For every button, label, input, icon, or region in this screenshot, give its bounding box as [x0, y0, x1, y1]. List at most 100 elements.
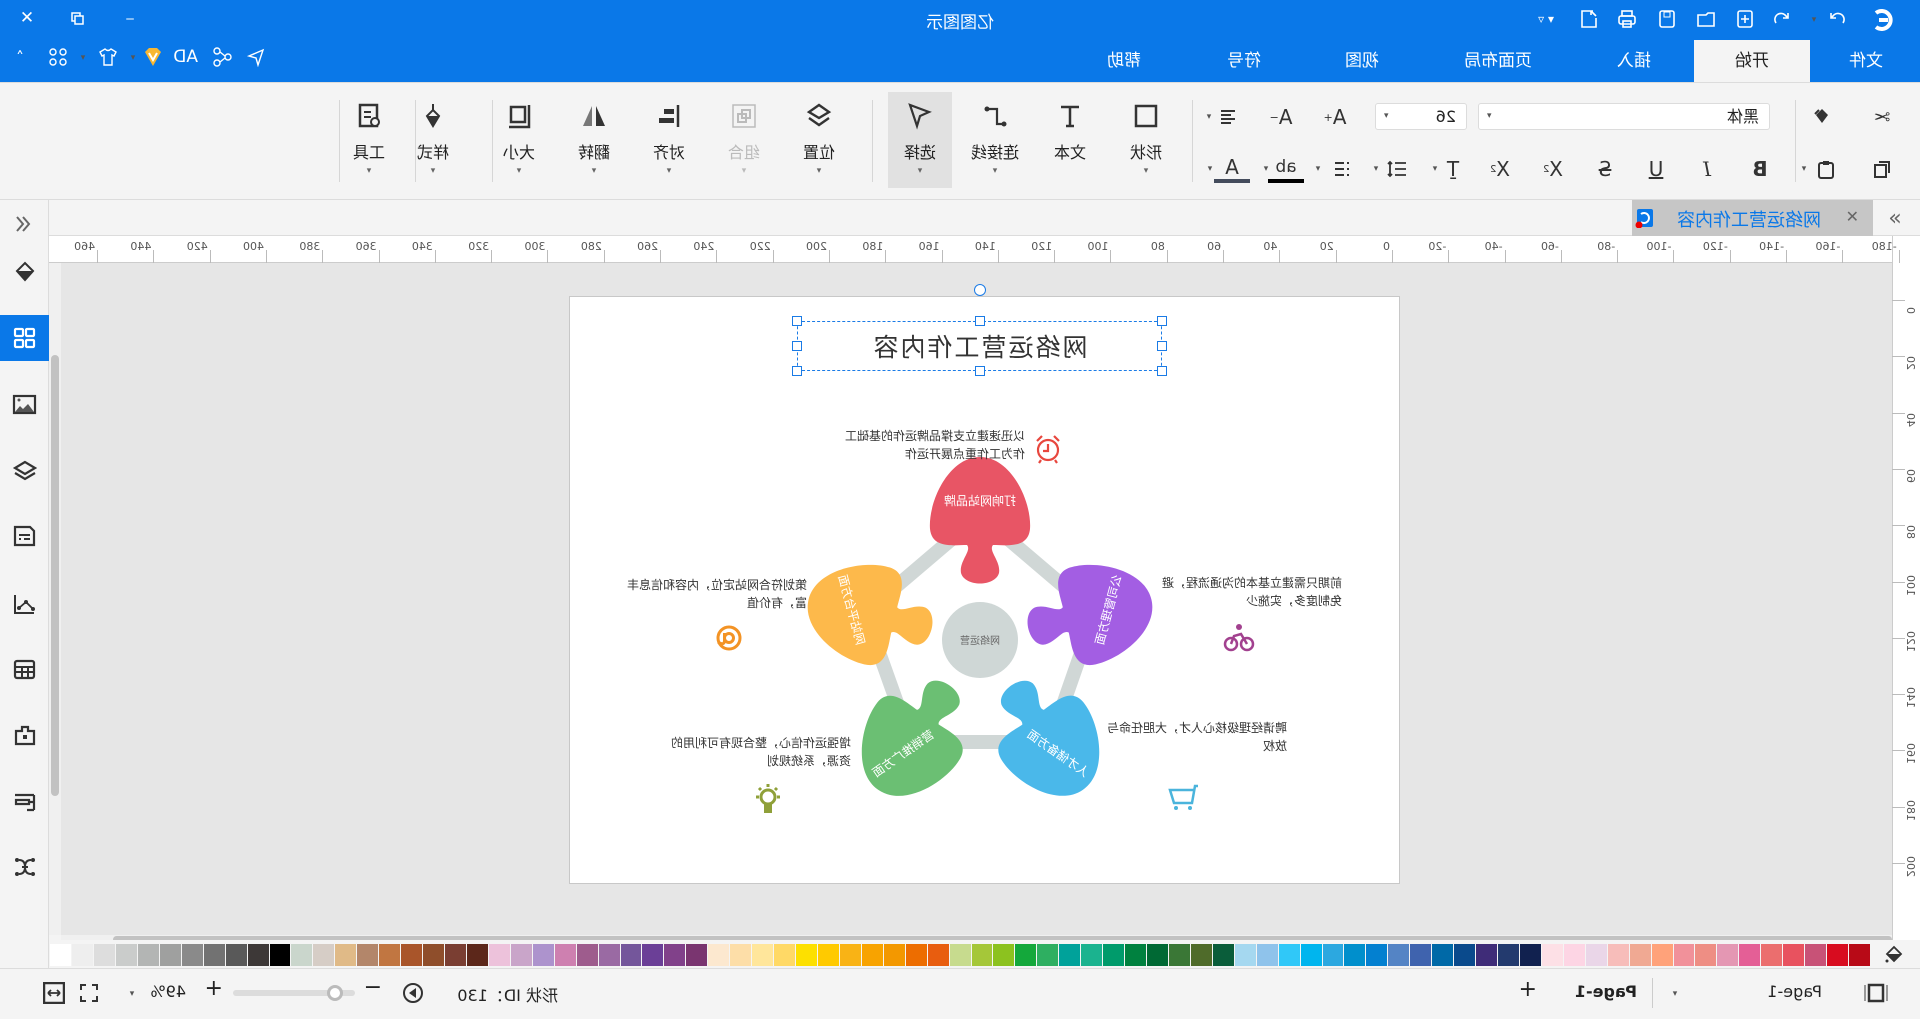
color-swatch[interactable]: [1454, 944, 1476, 966]
account-label[interactable]: AD: [173, 47, 198, 67]
resize-handle[interactable]: [792, 366, 802, 376]
color-swatch[interactable]: [1739, 944, 1761, 966]
color-swatch[interactable]: [313, 944, 335, 966]
align-button[interactable]: 对齐 ▾: [637, 92, 701, 188]
color-swatch[interactable]: [971, 944, 993, 966]
tab-2[interactable]: 插入: [1597, 40, 1671, 82]
underline-button[interactable]: U: [1638, 153, 1674, 185]
color-swatch[interactable]: [203, 944, 225, 966]
color-swatch[interactable]: [1234, 944, 1256, 966]
color-swatch[interactable]: [1169, 944, 1190, 966]
resize-handle[interactable]: [792, 341, 802, 351]
symbol-library-icon[interactable]: [0, 315, 49, 361]
color-swatch[interactable]: [620, 944, 642, 966]
color-swatch[interactable]: [774, 944, 796, 966]
page-dropdown-icon[interactable]: ▾: [1673, 989, 1678, 999]
color-swatch[interactable]: [1103, 944, 1125, 966]
layers-icon[interactable]: [0, 448, 49, 494]
color-swatch[interactable]: [1607, 944, 1629, 966]
color-swatch[interactable]: [905, 944, 927, 966]
color-swatch[interactable]: [796, 944, 817, 966]
fit-width-icon[interactable]: [42, 981, 66, 1005]
color-swatch[interactable]: [752, 944, 774, 966]
color-swatch[interactable]: [861, 944, 883, 966]
color-swatch[interactable]: [1125, 944, 1147, 966]
color-swatch[interactable]: [1563, 944, 1585, 966]
color-swatch[interactable]: [401, 944, 423, 966]
color-swatch[interactable]: [927, 944, 949, 966]
list-dropdown-icon[interactable]: ▾: [1316, 164, 1321, 174]
page-view-icon[interactable]: [1862, 981, 1890, 1005]
color-swatch[interactable]: [1190, 944, 1212, 966]
align-dropdown-icon[interactable]: ▾: [1207, 112, 1212, 122]
piece-description[interactable]: 前期只需建立基本的沟通流程，避免制度多，实施少: [1157, 574, 1342, 610]
color-swatch[interactable]: [883, 944, 905, 966]
font-name-select[interactable]: 黑体 ▾: [1478, 103, 1770, 130]
tab-4[interactable]: 视图: [1325, 40, 1399, 82]
color-swatch[interactable]: [1147, 944, 1168, 966]
redo-dropdown-icon[interactable]: ▾: [1812, 15, 1817, 25]
shape-button[interactable]: 形状 ▾: [1114, 92, 1178, 188]
restore-icon[interactable]: [66, 8, 88, 30]
piece-description[interactable]: 以迅速建立支撑品牌运作的基础工作为工作重点展开运作: [840, 427, 1025, 463]
font-color-icon[interactable]: A: [1214, 155, 1250, 183]
more-icon[interactable]: ▾ ▿: [1532, 8, 1560, 30]
collapse-ribbon-icon[interactable]: ˄: [9, 46, 31, 68]
resize-handle[interactable]: [1157, 316, 1167, 326]
outline-icon[interactable]: [0, 779, 49, 825]
line-spacing-dropdown-icon[interactable]: ▾: [1374, 164, 1379, 174]
tab-6[interactable]: 帮助: [1087, 40, 1161, 82]
bullet-list-icon[interactable]: [1324, 153, 1360, 185]
color-swatch[interactable]: [1629, 944, 1651, 966]
puzzle-icon[interactable]: [0, 712, 49, 758]
italic-button[interactable]: I: [1689, 153, 1725, 185]
color-swatch[interactable]: [335, 944, 357, 966]
resize-handle[interactable]: [792, 316, 802, 326]
color-swatch[interactable]: [445, 944, 466, 966]
piece-description[interactable]: 策划符合网站定位，内容和信息丰富，有价值: [622, 576, 807, 612]
color-swatch[interactable]: [1849, 944, 1870, 966]
piece-description[interactable]: 聘请经理级核心人才，大胆任命与放权: [1102, 719, 1287, 755]
color-swatch[interactable]: [467, 944, 488, 966]
close-tab-icon[interactable]: ✕: [1846, 207, 1859, 226]
style-button[interactable]: 样式 ▾: [401, 92, 465, 188]
color-swatch[interactable]: [116, 944, 137, 966]
zoom-level[interactable]: 49%: [150, 982, 186, 1001]
document-tab[interactable]: 网络运营工作内容 ✕: [1632, 200, 1873, 236]
chart-icon[interactable]: [0, 581, 49, 627]
superscript-icon[interactable]: X2: [1535, 153, 1571, 185]
export-icon[interactable]: [1578, 8, 1600, 30]
tools-button[interactable]: 工具 ▾: [337, 92, 401, 188]
color-swatch[interactable]: [1673, 944, 1695, 966]
account-dropdown-icon[interactable]: ▾: [131, 53, 136, 63]
expand-panel-icon[interactable]: [0, 201, 49, 247]
color-swatch[interactable]: [1212, 944, 1234, 966]
fullscreen-icon[interactable]: [77, 981, 101, 1005]
color-swatch[interactable]: [50, 944, 72, 966]
save-icon[interactable]: [1656, 8, 1678, 30]
highlight-dropdown-icon[interactable]: ▾: [1264, 164, 1269, 174]
theme-shirt-icon[interactable]: [97, 46, 119, 68]
open-icon[interactable]: [1695, 8, 1717, 30]
color-swatch[interactable]: [357, 944, 379, 966]
notes-icon[interactable]: [0, 513, 49, 559]
tab-0[interactable]: 文件: [1829, 40, 1903, 82]
undo-icon[interactable]: [1771, 8, 1793, 30]
size-button[interactable]: 大小 ▾: [487, 92, 551, 188]
resize-handle[interactable]: [975, 366, 985, 376]
color-swatch[interactable]: [949, 944, 971, 966]
close-icon[interactable]: ✕: [16, 6, 38, 30]
color-swatch[interactable]: [1037, 944, 1059, 966]
color-swatch[interactable]: [1695, 944, 1717, 966]
color-swatch[interactable]: [423, 944, 445, 966]
connector-button[interactable]: 连接线 ▾: [963, 92, 1027, 188]
color-swatch[interactable]: [510, 944, 532, 966]
redo-icon[interactable]: [1826, 8, 1848, 30]
color-swatch[interactable]: [1541, 944, 1563, 966]
tab-1[interactable]: 开始: [1694, 40, 1810, 82]
color-swatch[interactable]: [1476, 944, 1498, 966]
text-button[interactable]: 文本: [1038, 92, 1102, 188]
table-icon[interactable]: [0, 646, 49, 692]
tab-5[interactable]: 符号: [1207, 40, 1281, 82]
zoom-in-button[interactable]: +: [205, 976, 223, 1001]
